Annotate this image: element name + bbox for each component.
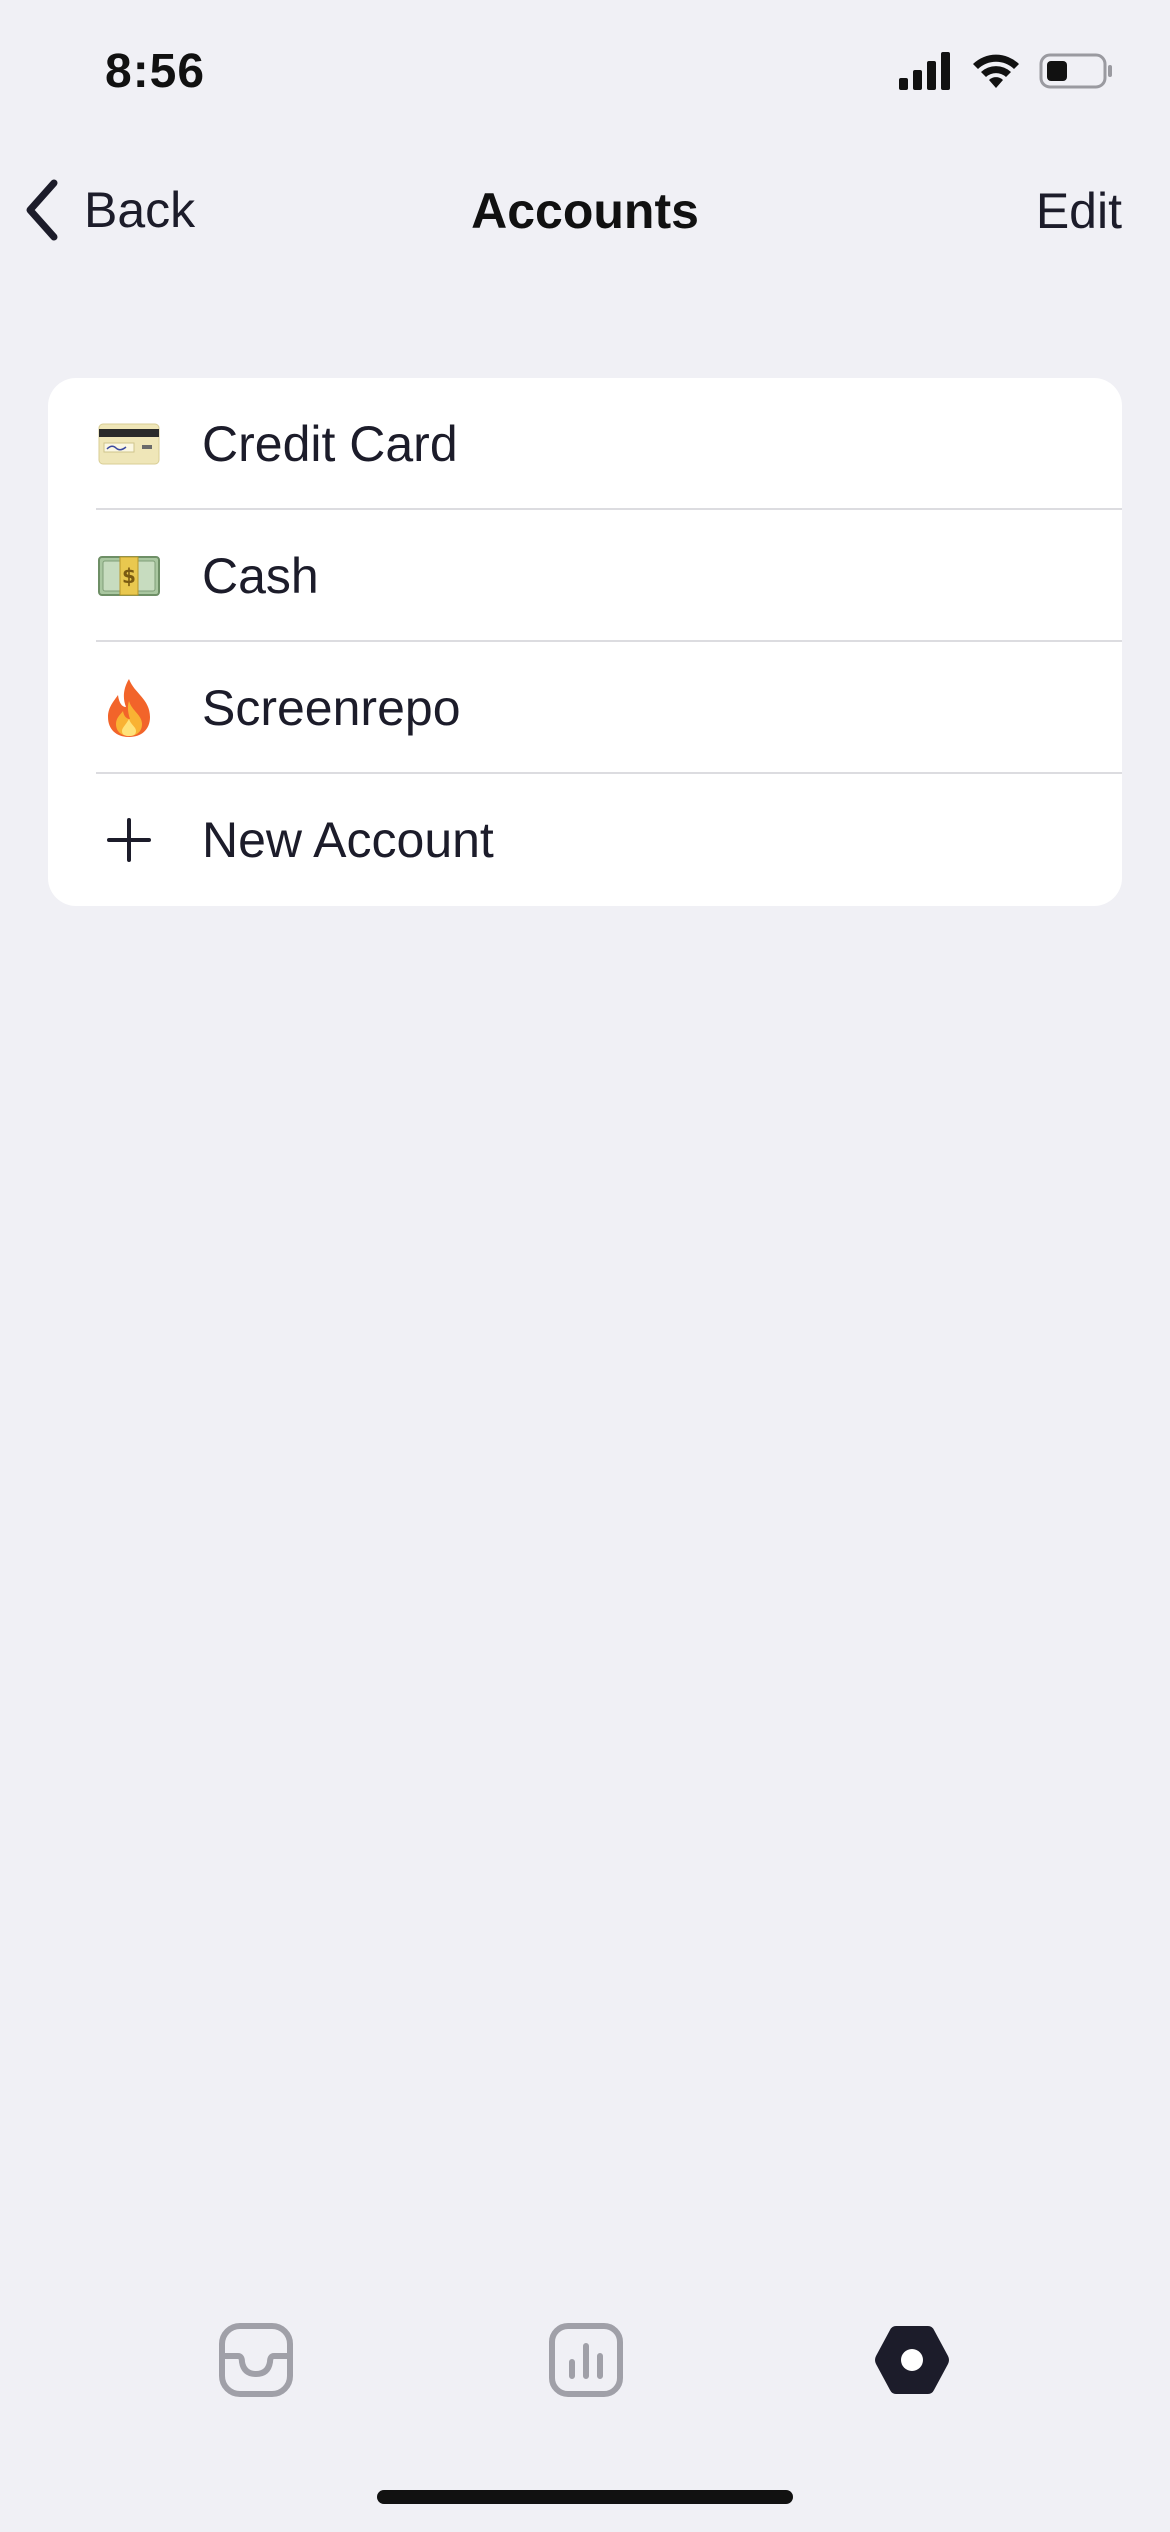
bar-chart-icon [549, 2323, 623, 2397]
account-row-screenrepo[interactable]: Screenrepo [48, 642, 1122, 774]
page-title: Accounts [471, 183, 699, 239]
tab-bar [0, 2300, 1170, 2420]
edit-button[interactable]: Edit [1036, 182, 1122, 240]
account-row-cash[interactable]: $ Cash [48, 510, 1122, 642]
navigation-bar: Back Accounts Edit [0, 160, 1170, 260]
account-label: Screenrepo [202, 680, 461, 736]
inbox-tray-icon [219, 2323, 293, 2397]
wifi-icon [973, 54, 1019, 88]
account-label: Cash [202, 548, 319, 604]
fire-icon [98, 677, 160, 739]
home-indicator [377, 2490, 793, 2504]
status-bar: 8:56 [0, 0, 1170, 150]
status-icons [899, 52, 1115, 90]
accounts-list: Credit Card $ Cash Screenrepo New Accoun… [48, 378, 1122, 906]
status-time: 8:56 [105, 45, 206, 98]
svg-text:$: $ [122, 564, 136, 588]
cellular-signal-icon [899, 52, 950, 90]
tab-inbox[interactable] [218, 2322, 294, 2398]
account-label: Credit Card [202, 416, 458, 472]
battery-icon [1039, 53, 1112, 89]
new-account-label: New Account [202, 812, 494, 868]
credit-card-icon [98, 413, 160, 475]
tab-settings[interactable] [874, 2322, 950, 2398]
money-bills-icon: $ [98, 545, 160, 607]
plus-icon [98, 809, 160, 871]
new-account-button[interactable]: New Account [48, 774, 1122, 906]
account-row-credit-card[interactable]: Credit Card [48, 378, 1122, 510]
settings-hexagon-icon [875, 2326, 949, 2394]
tab-stats[interactable] [548, 2322, 624, 2398]
